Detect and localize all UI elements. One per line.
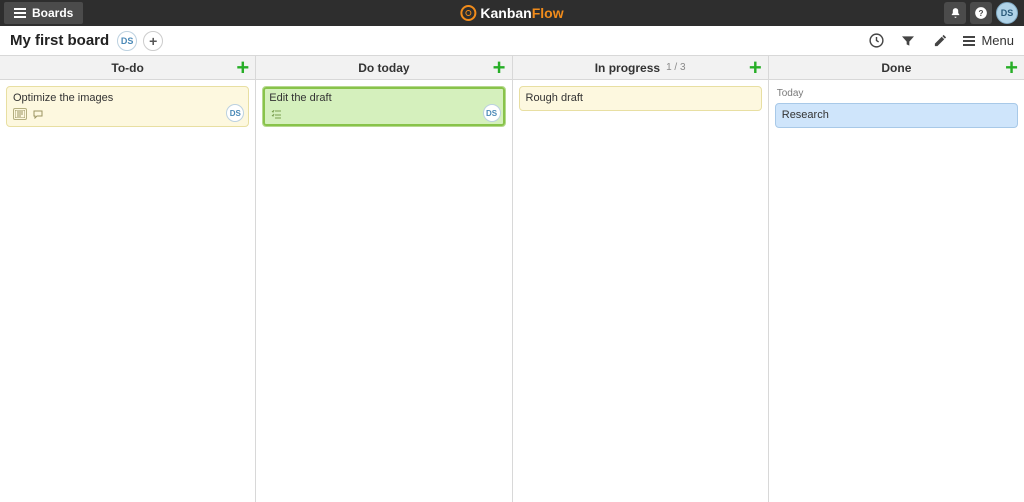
- timer-button[interactable]: [867, 32, 885, 50]
- column: In progress 1 / 3 + Rough draft: [513, 56, 769, 502]
- subtasks-icon: [269, 108, 283, 120]
- kanban-board: To-do+Optimize the imagesDSDo today+Edit…: [0, 56, 1024, 502]
- add-member-button[interactable]: +: [143, 31, 163, 51]
- card-title: Rough draft: [526, 92, 755, 104]
- help-button[interactable]: ?: [970, 2, 992, 24]
- add-card-button[interactable]: +: [493, 57, 506, 79]
- menu-label: Menu: [981, 33, 1014, 48]
- clock-icon: [868, 32, 885, 49]
- description-icon: [13, 108, 27, 120]
- column: To-do + Optimize the imagesDS: [0, 56, 256, 502]
- pencil-icon: [933, 33, 948, 48]
- board-header-actions: Menu: [867, 32, 1014, 50]
- add-card-button[interactable]: +: [1005, 57, 1018, 79]
- comment-icon: [31, 108, 45, 120]
- topbar-right: ? DS: [944, 2, 1024, 24]
- column-body[interactable]: Edit the draftDS: [256, 80, 511, 502]
- logo-icon: [460, 5, 476, 21]
- boards-button[interactable]: Boards: [4, 2, 83, 24]
- card-title: Research: [782, 109, 1011, 121]
- column-header: To-do +: [0, 56, 255, 80]
- board-title: My first board: [10, 32, 109, 49]
- column-title: To-do: [111, 61, 143, 75]
- user-avatar-top[interactable]: DS: [996, 2, 1018, 24]
- help-icon: ?: [974, 6, 988, 20]
- task-card[interactable]: Rough draft: [519, 86, 762, 111]
- column-header: Do today +: [256, 56, 511, 80]
- notifications-button[interactable]: [944, 2, 966, 24]
- wip-limit: 1 / 3: [666, 62, 685, 73]
- column-body[interactable]: Rough draft: [513, 80, 768, 502]
- filter-icon: [900, 33, 916, 49]
- card-icons: [13, 108, 242, 120]
- column-header: In progress 1 / 3 +: [513, 56, 768, 80]
- card-title: Optimize the images: [13, 92, 242, 104]
- logo-text: KanbanFlow: [480, 5, 563, 21]
- svg-text:?: ?: [979, 9, 984, 18]
- column-title: Do today: [358, 61, 409, 75]
- add-card-button[interactable]: +: [236, 57, 249, 79]
- column-body[interactable]: Optimize the imagesDS: [0, 80, 255, 502]
- sublane-label: Today: [775, 86, 1018, 103]
- column-title: In progress: [595, 61, 660, 75]
- card-assignee-avatar[interactable]: DS: [483, 104, 501, 122]
- card-icons: [269, 108, 498, 120]
- column-header: Done +: [769, 56, 1024, 80]
- column-body[interactable]: Today Research: [769, 80, 1024, 502]
- bell-icon: [949, 7, 962, 20]
- add-card-button[interactable]: +: [749, 57, 762, 79]
- topbar: Boards KanbanFlow ? DS: [0, 0, 1024, 26]
- filter-button[interactable]: [899, 32, 917, 50]
- column: Do today + Edit the draftDS: [256, 56, 512, 502]
- task-card[interactable]: Research: [775, 103, 1018, 128]
- board-member-avatar[interactable]: DS: [117, 31, 137, 51]
- hamburger-icon: [14, 8, 26, 18]
- edit-button[interactable]: [931, 32, 949, 50]
- task-card[interactable]: Edit the draftDS: [262, 86, 505, 127]
- menu-button[interactable]: Menu: [963, 33, 1014, 48]
- card-title: Edit the draft: [269, 92, 498, 104]
- task-card[interactable]: Optimize the imagesDS: [6, 86, 249, 127]
- boards-button-label: Boards: [32, 6, 73, 20]
- column-title: Done: [881, 61, 911, 75]
- column: Done + Today Research: [769, 56, 1024, 502]
- app-logo[interactable]: KanbanFlow: [460, 5, 563, 21]
- board-header: My first board DS + Menu: [0, 26, 1024, 56]
- menu-icon: [963, 36, 975, 46]
